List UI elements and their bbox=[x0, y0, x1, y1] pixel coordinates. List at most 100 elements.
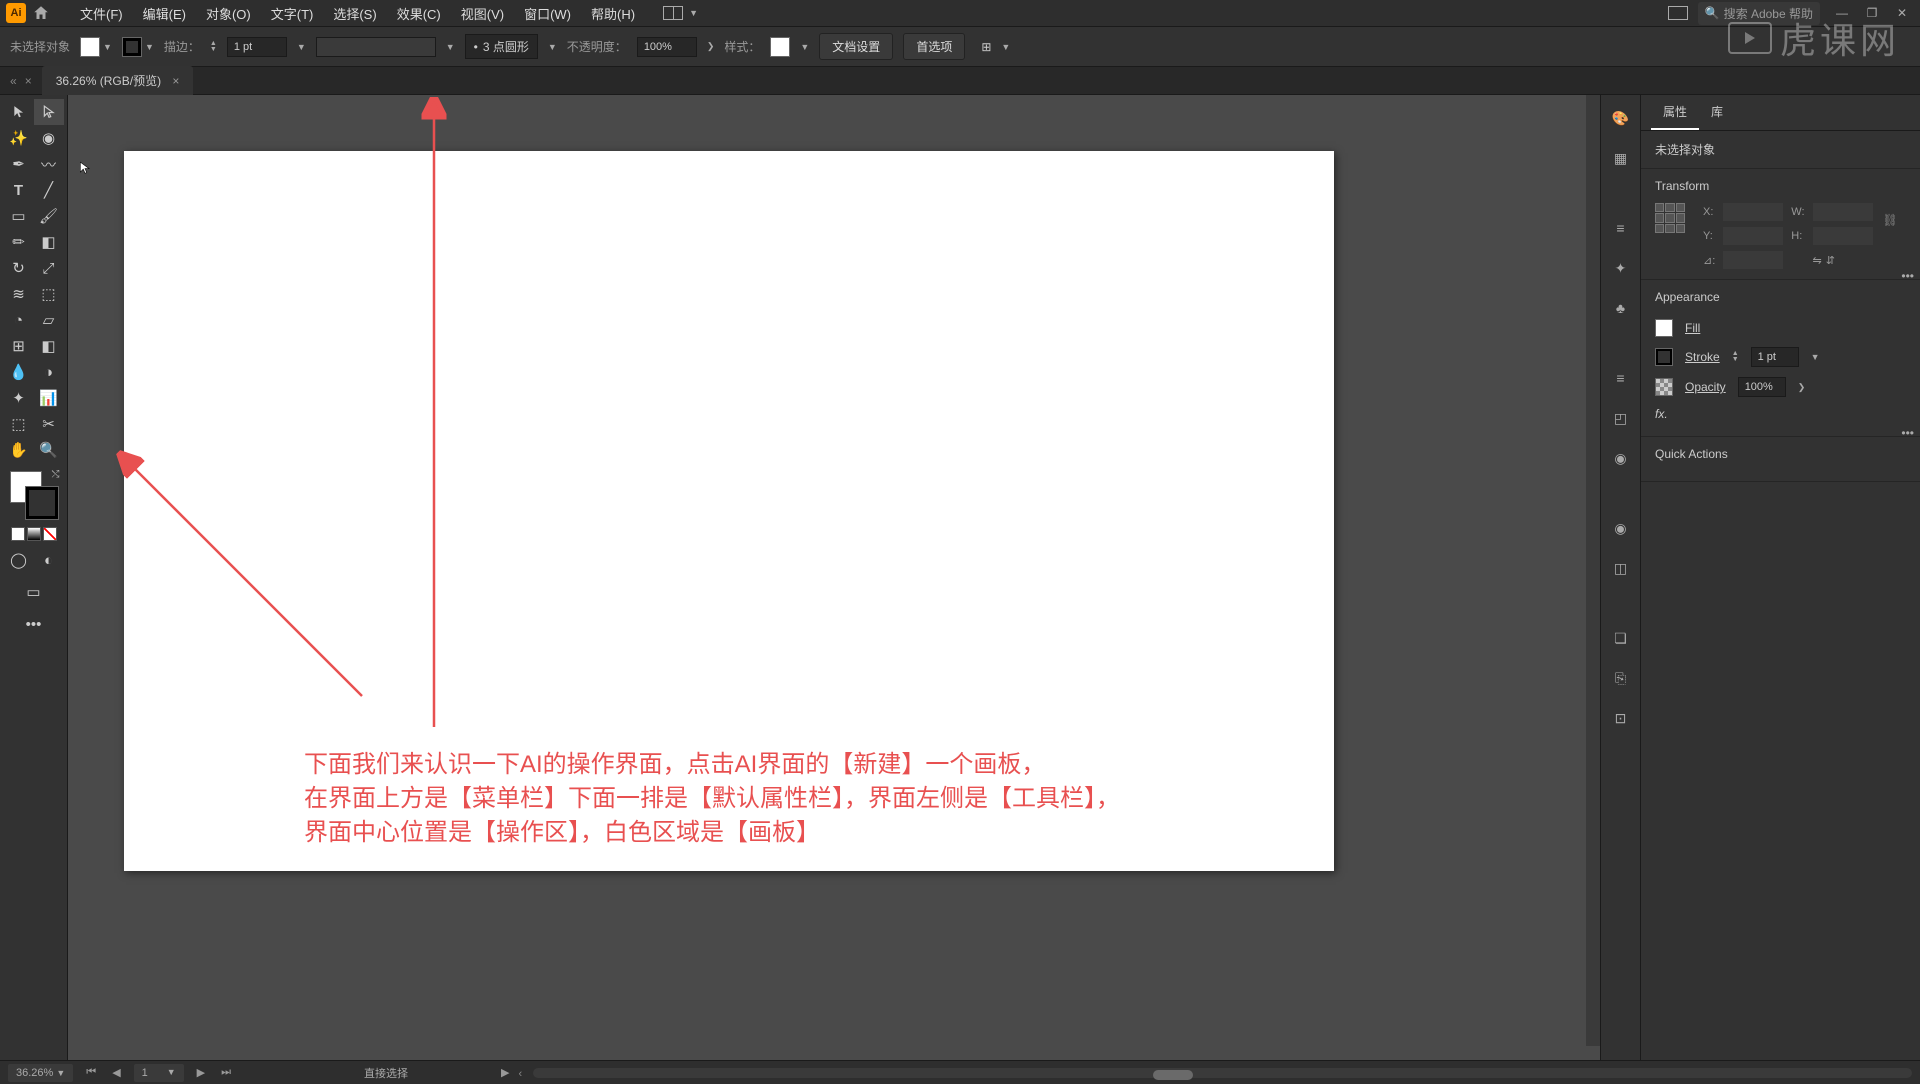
menu-view[interactable]: 视图(V) bbox=[451, 0, 514, 27]
free-transform-tool[interactable]: ⬚ bbox=[34, 281, 64, 307]
stroke-color[interactable] bbox=[26, 487, 58, 519]
scale-tool[interactable]: ⤢ bbox=[34, 255, 64, 281]
workspace-switcher-icon[interactable] bbox=[1668, 6, 1688, 20]
menu-window[interactable]: 窗口(W) bbox=[514, 0, 581, 27]
minimize-button[interactable]: — bbox=[1830, 4, 1854, 22]
mesh-tool[interactable]: ⊞ bbox=[4, 333, 34, 359]
document-tab[interactable]: 36.26% (RGB/预览) × bbox=[42, 66, 194, 95]
transform-panel-icon[interactable]: ◰ bbox=[1610, 407, 1632, 429]
fill-swatch[interactable] bbox=[80, 37, 100, 57]
perspective-tool[interactable]: ▱ bbox=[34, 307, 64, 333]
stroke-swatch[interactable] bbox=[122, 37, 142, 57]
menu-select[interactable]: 选择(S) bbox=[323, 0, 386, 27]
width-tool[interactable]: ≋ bbox=[4, 281, 34, 307]
vertical-scrollbar[interactable] bbox=[1586, 95, 1600, 1046]
prev-artboard-icon[interactable]: ◀ bbox=[109, 1066, 123, 1079]
profile-input[interactable] bbox=[316, 37, 436, 57]
lasso-tool[interactable]: ◉ bbox=[34, 125, 64, 151]
appearance-opacity-swatch[interactable] bbox=[1655, 378, 1673, 396]
appearance-stroke-dropdown-icon[interactable]: ▼ bbox=[1811, 352, 1820, 362]
edit-toolbar-icon[interactable]: ••• bbox=[19, 611, 49, 637]
color-panel-icon[interactable]: 🎨 bbox=[1610, 107, 1632, 129]
opacity-input[interactable] bbox=[637, 37, 697, 57]
tab-properties[interactable]: 属性 bbox=[1651, 95, 1699, 130]
appearance-stroke-input[interactable] bbox=[1751, 347, 1799, 367]
rotate-tool[interactable]: ↻ bbox=[4, 255, 34, 281]
blend-tool[interactable]: ◑ bbox=[34, 359, 64, 385]
artboards-panel-icon[interactable]: ⎘ bbox=[1610, 667, 1632, 689]
libraries-panel-icon[interactable]: ⊡ bbox=[1610, 707, 1632, 729]
brush-dropdown-icon[interactable]: ▼ bbox=[548, 42, 557, 52]
tab-close-icon-prev[interactable]: × bbox=[25, 74, 32, 88]
menu-help[interactable]: 帮助(H) bbox=[581, 0, 645, 27]
appearance-opacity-input[interactable] bbox=[1738, 377, 1786, 397]
shaper-tool[interactable]: ✏ bbox=[4, 229, 34, 255]
style-dropdown-icon[interactable]: ▼ bbox=[800, 42, 809, 52]
transform-y-input[interactable] bbox=[1723, 227, 1783, 245]
opacity-dropdown-icon[interactable]: ❯ bbox=[707, 41, 715, 52]
tab-close-icon[interactable]: × bbox=[172, 74, 179, 88]
column-graph-tool[interactable]: 📊 bbox=[34, 385, 64, 411]
magic-wand-tool[interactable]: ✨ bbox=[4, 125, 34, 151]
draw-behind-icon[interactable]: ◐ bbox=[34, 547, 64, 573]
flip-horizontal-icon[interactable]: ⇋ bbox=[1813, 254, 1822, 267]
status-play-icon[interactable]: ▶ bbox=[498, 1066, 512, 1079]
artboard-tool[interactable]: ⬚ bbox=[4, 411, 34, 437]
color-controls[interactable]: ⤭ bbox=[10, 471, 58, 519]
appearance-stroke-stepper[interactable]: ▲▼ bbox=[1732, 351, 1739, 363]
help-search[interactable]: 🔍 搜索 Adobe 帮助 bbox=[1698, 2, 1820, 25]
pathfinder-panel-icon[interactable]: ◉ bbox=[1610, 447, 1632, 469]
eyedropper-tool[interactable]: 💧 bbox=[4, 359, 34, 385]
stroke-stepper[interactable]: ▲▼ bbox=[210, 41, 217, 53]
last-artboard-icon[interactable]: ⏭ bbox=[218, 1066, 234, 1079]
appearance-more-icon[interactable]: ••• bbox=[1901, 426, 1914, 440]
appearance-fill-swatch[interactable] bbox=[1655, 319, 1673, 337]
next-artboard-icon[interactable]: ▶ bbox=[194, 1066, 208, 1079]
brushes-panel-icon[interactable]: ✦ bbox=[1610, 257, 1632, 279]
document-setup-button[interactable]: 文档设置 bbox=[819, 33, 893, 60]
menu-effect[interactable]: 效果(C) bbox=[387, 0, 451, 27]
appearance-stroke-swatch[interactable] bbox=[1655, 348, 1673, 366]
color-mode-solid[interactable] bbox=[11, 527, 25, 541]
align-icon[interactable]: ⊞ bbox=[981, 40, 991, 54]
color-mode-none[interactable] bbox=[43, 527, 57, 541]
transform-rotate-input[interactable] bbox=[1723, 251, 1783, 269]
arrange-documents-icon[interactable] bbox=[663, 6, 683, 20]
symbols-panel-icon[interactable]: ♣ bbox=[1610, 297, 1632, 319]
screen-mode-icon[interactable]: ▭ bbox=[19, 579, 49, 605]
preferences-button[interactable]: 首选项 bbox=[903, 33, 965, 60]
zoom-tool[interactable]: 🔍 bbox=[34, 437, 64, 463]
link-dimensions-icon[interactable]: ⛓ bbox=[1883, 213, 1898, 227]
stroke-weight-input[interactable] bbox=[227, 37, 287, 57]
line-tool[interactable]: ╱ bbox=[34, 177, 64, 203]
align-panel-icon[interactable]: ≡ bbox=[1610, 367, 1632, 389]
transform-w-input[interactable] bbox=[1813, 203, 1873, 221]
appearance-panel-icon[interactable]: ◉ bbox=[1610, 517, 1632, 539]
swap-colors-icon[interactable]: ⤭ bbox=[52, 469, 60, 480]
type-tool[interactable]: T bbox=[4, 177, 34, 203]
direct-selection-tool[interactable] bbox=[34, 99, 64, 125]
hand-tool[interactable]: ✋ bbox=[4, 437, 34, 463]
eraser-tool[interactable]: ◧ bbox=[34, 229, 64, 255]
artboard[interactable]: 下面我们来认识一下AI的操作界面，点击AI界面的【新建】一个画板， 在界面上方是… bbox=[124, 151, 1334, 871]
color-mode-gradient[interactable] bbox=[27, 527, 41, 541]
swatches-panel-icon[interactable]: ▦ bbox=[1610, 147, 1632, 169]
symbol-sprayer-tool[interactable]: ✦ bbox=[4, 385, 34, 411]
scrollbar-thumb[interactable] bbox=[1153, 1070, 1193, 1080]
fill-dropdown-icon[interactable]: ▼ bbox=[103, 42, 112, 52]
home-icon[interactable] bbox=[32, 4, 50, 22]
stroke-dropdown-icon[interactable]: ▼ bbox=[145, 42, 154, 52]
layers-panel-icon[interactable]: ◫ bbox=[1610, 557, 1632, 579]
stroke-weight-dropdown-icon[interactable]: ▼ bbox=[297, 42, 306, 52]
appearance-opacity-dropdown-icon[interactable]: ❯ bbox=[1798, 382, 1806, 393]
tab-nav-left-icon[interactable]: « bbox=[10, 74, 17, 88]
reference-point[interactable] bbox=[1655, 203, 1685, 233]
pen-tool[interactable]: ✒ bbox=[4, 151, 34, 177]
flip-vertical-icon[interactable]: ⇵ bbox=[1826, 254, 1835, 267]
transform-h-input[interactable] bbox=[1813, 227, 1873, 245]
close-button[interactable]: ✕ bbox=[1890, 4, 1914, 22]
curvature-tool[interactable]: 〰 bbox=[34, 151, 64, 177]
artboard-number[interactable]: 1 ▼ bbox=[134, 1064, 184, 1082]
paintbrush-tool[interactable]: 🖌 bbox=[34, 203, 64, 229]
slice-tool[interactable]: ✂ bbox=[34, 411, 64, 437]
